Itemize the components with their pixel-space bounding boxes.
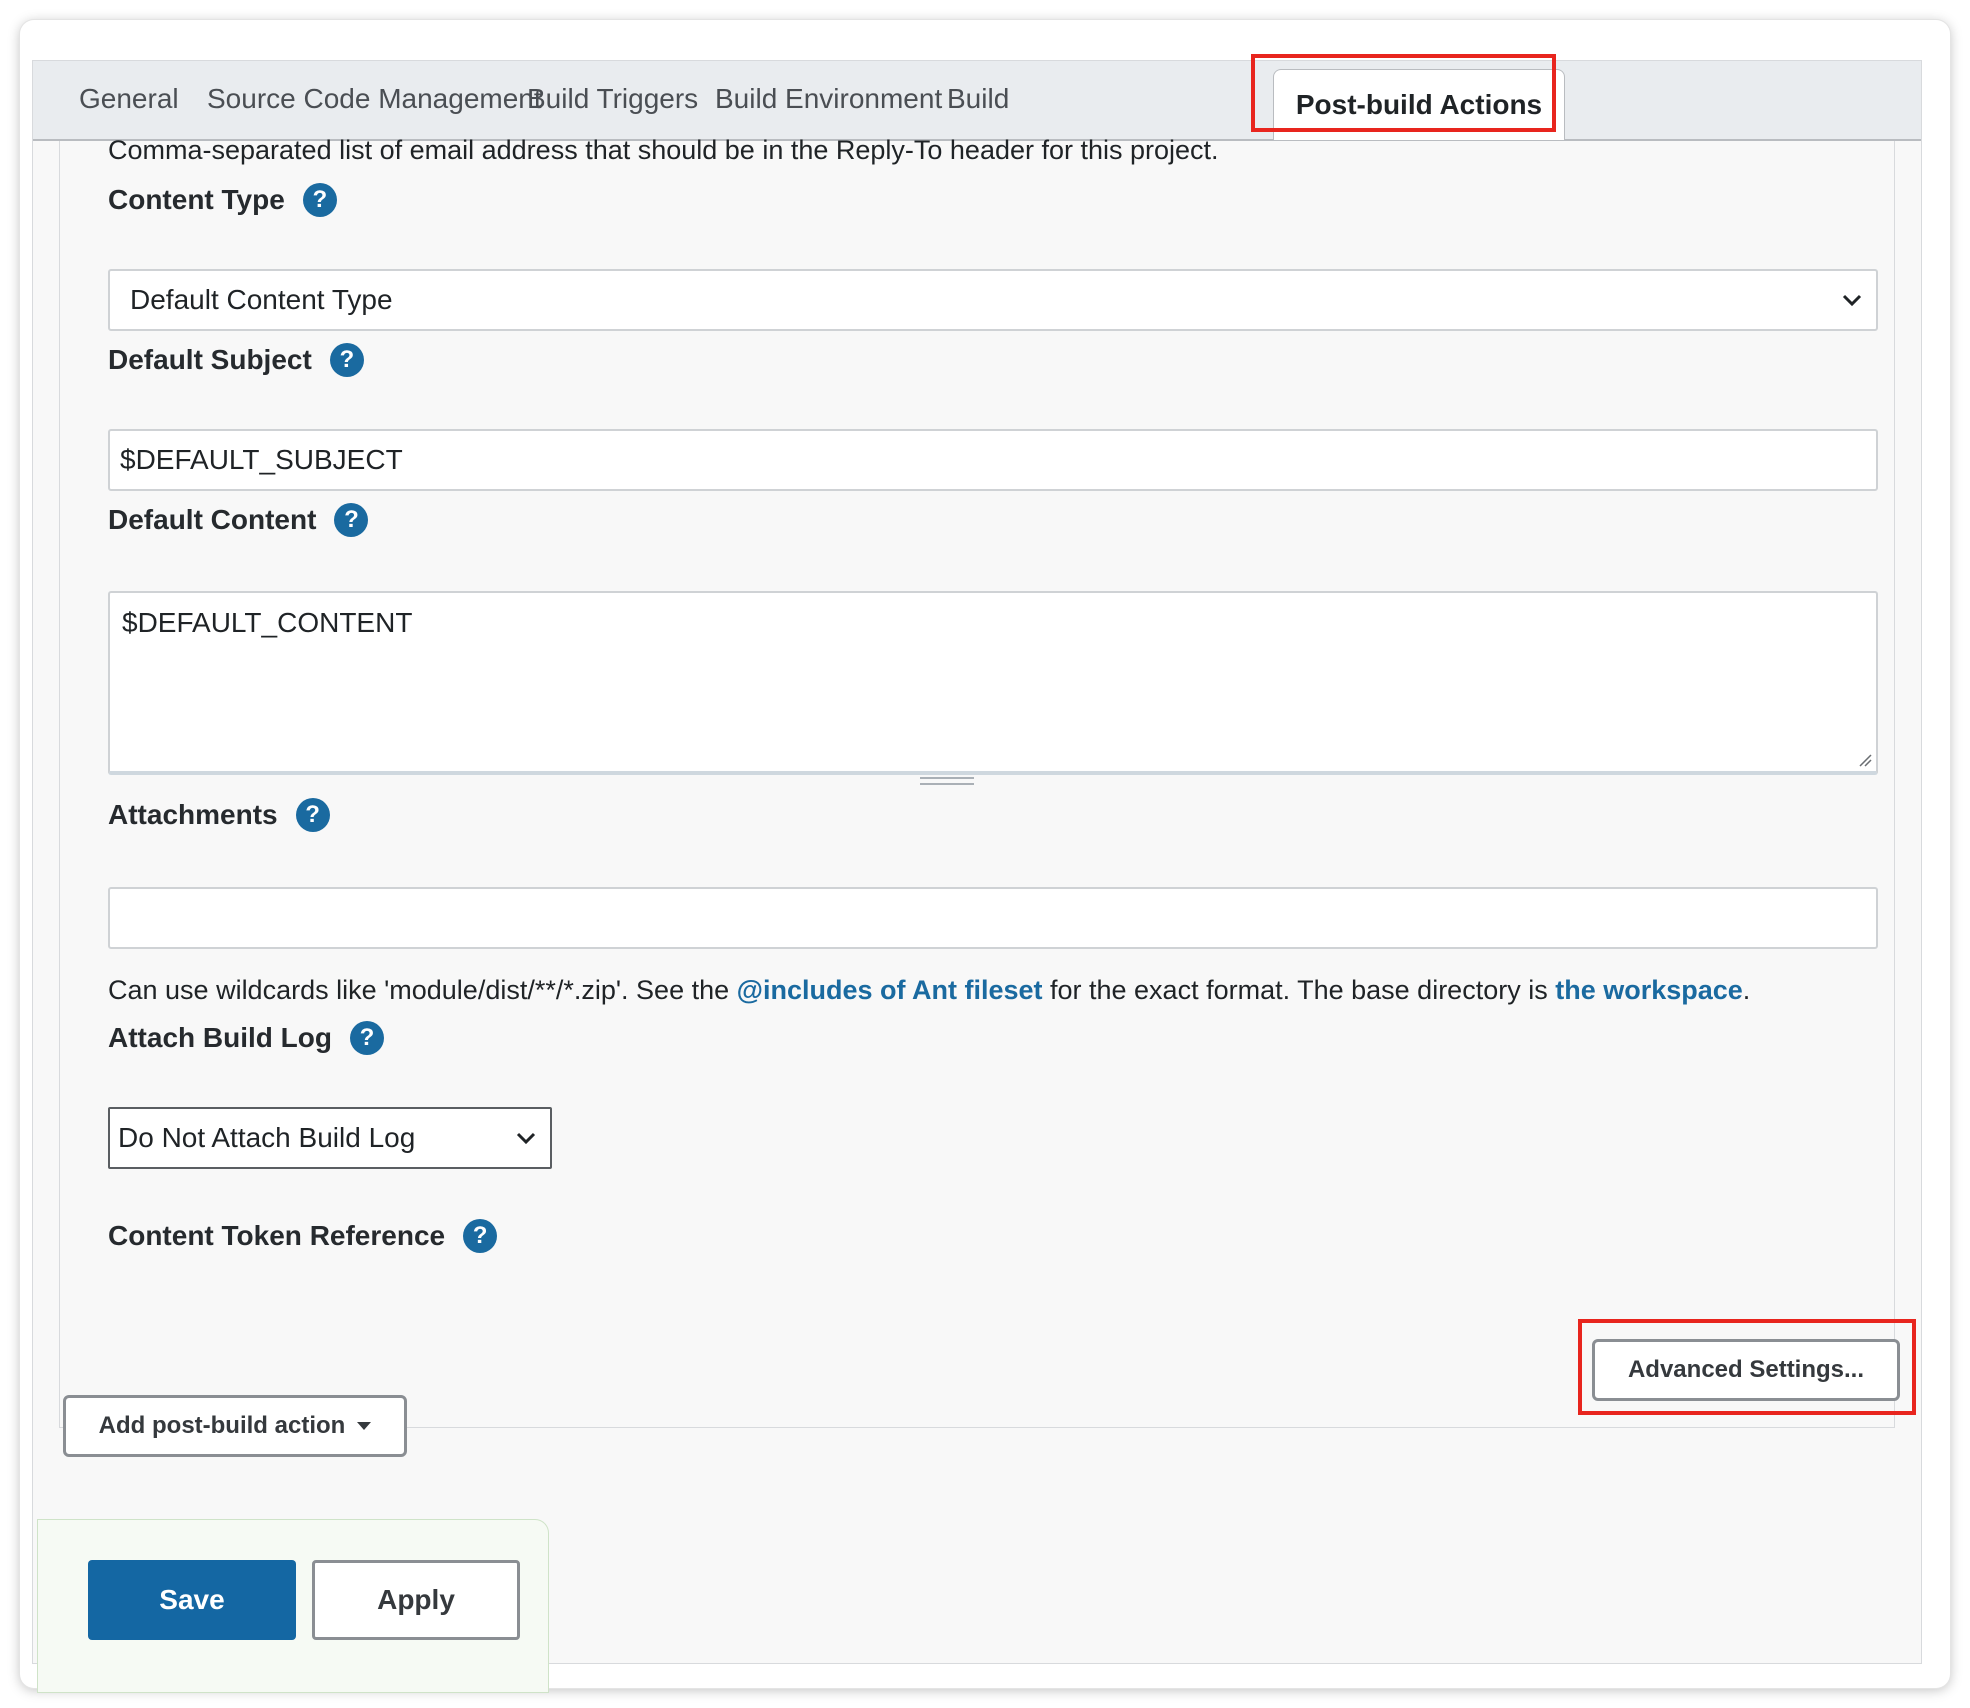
content-token-reference-label: Content Token Reference ? xyxy=(108,1219,498,1253)
question-circle-icon[interactable]: ? xyxy=(463,1219,498,1253)
caret-down-icon xyxy=(357,1422,372,1430)
advanced-settings-button[interactable]: Advanced Settings... xyxy=(1592,1339,1900,1401)
default-content-label: Default Content ? xyxy=(108,503,369,537)
ant-fileset-link[interactable]: @includes of Ant fileset xyxy=(737,975,1043,1005)
attach-build-log-label: Attach Build Log ? xyxy=(108,1021,384,1055)
default-content-textarea[interactable]: $DEFAULT_CONTENT xyxy=(108,591,1878,775)
tab-source-code-management[interactable]: Source Code Management xyxy=(207,83,542,115)
attachments-help-middle: for the exact format. The base directory… xyxy=(1042,975,1556,1005)
chevron-down-icon xyxy=(516,1132,536,1145)
tab-build[interactable]: Build xyxy=(947,83,1009,115)
chevron-down-icon xyxy=(1842,294,1862,307)
tab-general[interactable]: General xyxy=(79,83,179,115)
tab-bar: General Source Code Management Build Tri… xyxy=(33,54,1921,141)
workspace-link[interactable]: the workspace xyxy=(1555,975,1743,1005)
reply-to-description: Comma-separated list of email address th… xyxy=(108,135,1219,165)
question-circle-icon[interactable]: ? xyxy=(329,343,364,377)
attachments-help-prefix: Can use wildcards like 'module/dist/**/*… xyxy=(108,975,737,1005)
content-type-label-text: Content Type xyxy=(108,184,285,215)
attachments-help-text: Can use wildcards like 'module/dist/**/*… xyxy=(108,975,1750,1006)
add-post-build-action-button[interactable]: Add post-build action xyxy=(63,1395,407,1457)
question-circle-icon[interactable]: ? xyxy=(295,798,330,832)
default-subject-label-text: Default Subject xyxy=(108,344,312,375)
email-notification-panel: Comma-separated list of email address th… xyxy=(59,135,1916,1428)
window-frame: General Source Code Management Build Tri… xyxy=(20,20,1950,1693)
attach-build-log-select[interactable]: Do Not Attach Build Log xyxy=(108,1107,552,1169)
tab-build-triggers[interactable]: Build Triggers xyxy=(527,83,698,115)
default-content-label-text: Default Content xyxy=(108,504,317,535)
bottom-action-bar: Save Apply xyxy=(37,1519,549,1693)
config-content: General Source Code Management Build Tri… xyxy=(32,54,1922,1693)
content-type-selected: Default Content Type xyxy=(130,284,393,315)
tab-post-build-actions[interactable]: Post-build Actions xyxy=(1273,69,1565,140)
content-type-label: Content Type ? xyxy=(108,183,337,217)
content-type-select[interactable]: Default Content Type xyxy=(108,269,1878,331)
advanced-settings-highlight-box: Advanced Settings... xyxy=(1578,1319,1916,1415)
content-token-reference-label-text: Content Token Reference xyxy=(108,1220,446,1251)
default-content-value: $DEFAULT_CONTENT xyxy=(122,607,413,638)
attach-build-log-label-text: Attach Build Log xyxy=(108,1022,332,1053)
attachments-label-text: Attachments xyxy=(108,799,278,830)
textarea-drag-handle[interactable] xyxy=(920,777,974,785)
apply-button[interactable]: Apply xyxy=(312,1560,520,1640)
tab-build-environment[interactable]: Build Environment xyxy=(715,83,942,115)
attachments-help-suffix: . xyxy=(1742,975,1751,1005)
resize-grip-icon[interactable] xyxy=(1856,751,1872,767)
attachments-label: Attachments ? xyxy=(108,798,330,832)
default-subject-label: Default Subject ? xyxy=(108,343,364,377)
attachments-input[interactable] xyxy=(108,887,1878,949)
save-button[interactable]: Save xyxy=(88,1560,296,1640)
attach-build-log-selected: Do Not Attach Build Log xyxy=(118,1122,416,1153)
default-subject-value: $DEFAULT_SUBJECT xyxy=(120,444,403,475)
default-subject-input[interactable]: $DEFAULT_SUBJECT xyxy=(108,429,1878,491)
question-circle-icon[interactable]: ? xyxy=(302,183,337,217)
add-post-build-action-label: Add post-build action xyxy=(98,1412,346,1439)
question-circle-icon[interactable]: ? xyxy=(334,503,369,537)
question-circle-icon[interactable]: ? xyxy=(349,1021,384,1055)
